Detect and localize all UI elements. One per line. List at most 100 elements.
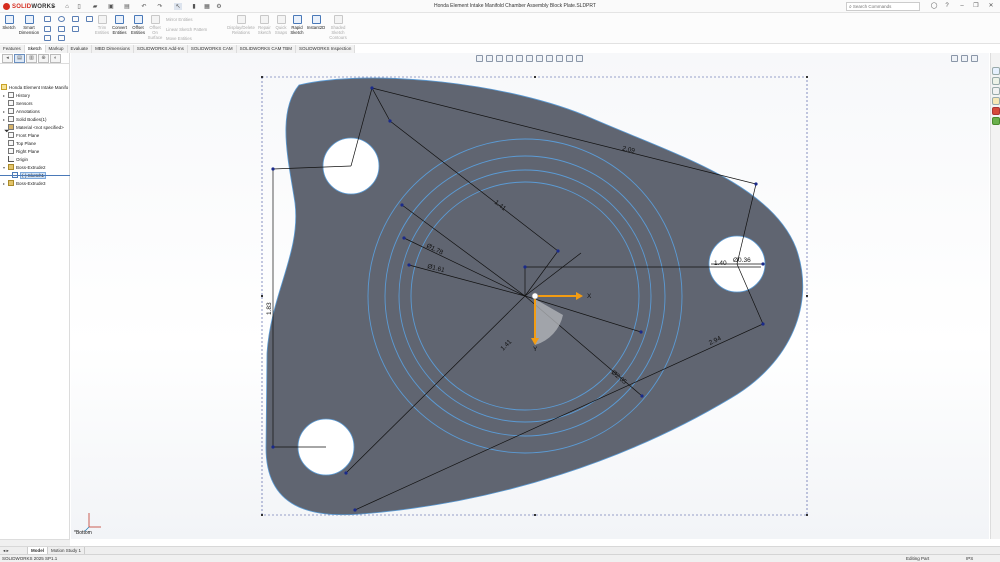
options-gear-icon[interactable]: ⚙: [215, 3, 223, 10]
select-icon[interactable]: ↖: [174, 3, 182, 10]
tree-top-plane[interactable]: Top Plane: [8, 139, 36, 147]
property-manager-tab-icon[interactable]: ▥: [26, 53, 37, 63]
tree-front-plane[interactable]: Front Plane: [8, 131, 39, 139]
tree-sensors[interactable]: Sensors: [8, 99, 33, 107]
mirror-entities-label[interactable]: Mirror Entities: [166, 17, 193, 22]
polygon-tool-icon[interactable]: [72, 26, 79, 32]
linear-pattern-label[interactable]: Linear Sketch Pattern: [166, 27, 207, 32]
tree-boss-extrude3[interactable]: ▸ Boss-Extrude3: [3, 179, 46, 187]
view-palette-icon[interactable]: [992, 97, 1000, 105]
rollback-bar[interactable]: [0, 175, 70, 176]
tab-features[interactable]: Features: [0, 45, 25, 53]
user-icon[interactable]: ◯: [930, 3, 938, 10]
tab-addins[interactable]: SOLIDWORKS Add-Ins: [133, 45, 188, 53]
offset-entities-button[interactable]: Offset Entities: [130, 15, 146, 35]
rectangle-tool-icon[interactable]: [44, 26, 51, 32]
circle-tool-icon[interactable]: [58, 16, 65, 22]
design-library-icon[interactable]: [992, 77, 1000, 85]
tree-material[interactable]: Material <not specified>: [8, 123, 64, 131]
convert-entities-button[interactable]: Convert Entities: [111, 15, 128, 35]
home-icon[interactable]: ⌂: [63, 3, 71, 10]
tree-origin[interactable]: Origin: [8, 155, 28, 163]
status-bar: SOLIDWORKS 2025 SP1.1 Editing Part IPS: [0, 554, 1000, 562]
slot-tool-icon[interactable]: [58, 26, 65, 32]
open-icon[interactable]: ▰: [91, 3, 99, 10]
spline-tool-icon[interactable]: [72, 16, 79, 22]
bottom-tab-nav-arrows[interactable]: ◂ ▸: [0, 547, 28, 554]
dim-1-40: 1.40: [714, 260, 727, 267]
minimize-icon[interactable]: –: [958, 3, 966, 10]
resources-icon[interactable]: [992, 67, 1000, 75]
motion-arrow-icon[interactable]: ◂: [2, 53, 13, 63]
search-commands[interactable]: ⌕: [846, 2, 920, 11]
status-mode: Editing Part: [906, 556, 930, 561]
trim-entities-button[interactable]: Trim Entities: [95, 15, 109, 35]
plane-tool-icon[interactable]: [86, 16, 93, 22]
help-icon[interactable]: ?: [943, 3, 951, 10]
collapse-icon[interactable]: ▾: [3, 165, 7, 170]
tab-sketch[interactable]: Sketch: [24, 45, 46, 53]
tab-cam-tbm[interactable]: SOLIDWORKS CAM TBM: [236, 45, 297, 53]
rapid-sketch-button[interactable]: Rapid Sketch: [290, 15, 304, 35]
menu-arrow-icon[interactable]: ▸: [50, 3, 58, 10]
plane-icon: [8, 140, 14, 146]
history-icon: [8, 92, 14, 98]
save-icon[interactable]: ▣: [107, 3, 115, 10]
tree-solid-bodies[interactable]: ▸ Solid Bodies(1): [3, 115, 47, 123]
expand-icon[interactable]: ▸: [3, 181, 7, 186]
graphics-area[interactable]: X Y 2.09 1.41 Ø1.78 Ø1.61 1.83 1.40 Ø0.3…: [71, 53, 989, 539]
file-properties-icon[interactable]: ▦: [203, 3, 211, 10]
restore-icon[interactable]: ❐: [972, 3, 980, 10]
undo-icon[interactable]: ↶: [140, 3, 148, 10]
tab-motion-study[interactable]: Motion Study 1: [48, 547, 86, 554]
tree-right-plane[interactable]: Right Plane: [8, 147, 39, 155]
expand-icon[interactable]: ▸: [3, 117, 7, 122]
rebuild-icon[interactable]: ▮: [190, 3, 198, 10]
tree-history[interactable]: ▸ History: [3, 91, 30, 99]
line-tool-icon[interactable]: [44, 16, 51, 22]
file-explorer-icon[interactable]: [992, 87, 1000, 95]
repair-sketch-button[interactable]: Repair Sketch: [257, 15, 272, 35]
redo-icon[interactable]: ↷: [156, 3, 164, 10]
display-delete-relations-button[interactable]: Display/Delete Relations: [227, 15, 255, 35]
search-icon: ⌕: [849, 3, 852, 10]
expand-icon[interactable]: ▸: [3, 93, 7, 98]
search-input[interactable]: [852, 4, 911, 9]
tab-markup[interactable]: Markup: [45, 45, 68, 53]
status-units[interactable]: IPS: [966, 556, 973, 561]
dim-dia-0-36: Ø0.36: [733, 257, 751, 264]
text-tool-icon[interactable]: [58, 35, 65, 41]
tree-root[interactable]: Honda Element Intake Manifo: [1, 83, 68, 91]
offset-icon: [133, 15, 143, 24]
origin-icon: [8, 156, 14, 162]
sketch-icon: [4, 15, 14, 24]
custom-properties-icon[interactable]: [992, 117, 1000, 125]
close-icon[interactable]: ✕: [987, 3, 995, 10]
fillet-tool-icon[interactable]: [44, 35, 51, 41]
offset-on-surface-button[interactable]: Offset On Surface: [148, 15, 162, 40]
configuration-tab-icon[interactable]: ⊕: [38, 53, 49, 63]
print-icon[interactable]: ▤: [123, 3, 131, 10]
tab-mbd-dimensions[interactable]: MBD Dimensions: [92, 45, 134, 53]
tree-scrollbar[interactable]: [0, 539, 70, 546]
app-logo[interactable]: SOLIDWORKS: [3, 2, 55, 11]
move-entities-label[interactable]: Move Entities: [166, 36, 192, 41]
display-manager-tab-icon[interactable]: ◐: [50, 53, 61, 63]
tab-inspection[interactable]: SOLIDWORKS Inspection: [296, 45, 356, 53]
feature-tree-tab-icon[interactable]: ▤: [14, 53, 25, 63]
tab-cam[interactable]: SOLIDWORKS CAM: [187, 45, 237, 53]
new-document-icon[interactable]: ▯: [75, 3, 83, 10]
shaded-contours-button[interactable]: Shaded Sketch Contours: [328, 15, 348, 40]
tab-evaluate[interactable]: Evaluate: [67, 45, 93, 53]
expand-icon[interactable]: ▸: [3, 109, 7, 114]
appearances-icon[interactable]: [992, 107, 1000, 115]
tab-model[interactable]: Model: [28, 547, 48, 554]
sketch-button[interactable]: Sketch: [2, 15, 16, 30]
smart-dimension-button[interactable]: Smart Dimension: [18, 15, 40, 35]
tree-boss-extrude2[interactable]: ▾ Boss-Extrude2: [3, 163, 46, 171]
feature-manager-panel: ◂ ▤ ▥ ⊕ ◐ ⏷ Honda Element Intake Manifo …: [0, 53, 70, 539]
instant2d-button[interactable]: Instant2D: [306, 15, 326, 30]
quick-snaps-button[interactable]: Quick Snaps: [274, 15, 288, 35]
plane-icon: [8, 148, 14, 154]
tree-annotations[interactable]: ▸ Annotations: [3, 107, 40, 115]
